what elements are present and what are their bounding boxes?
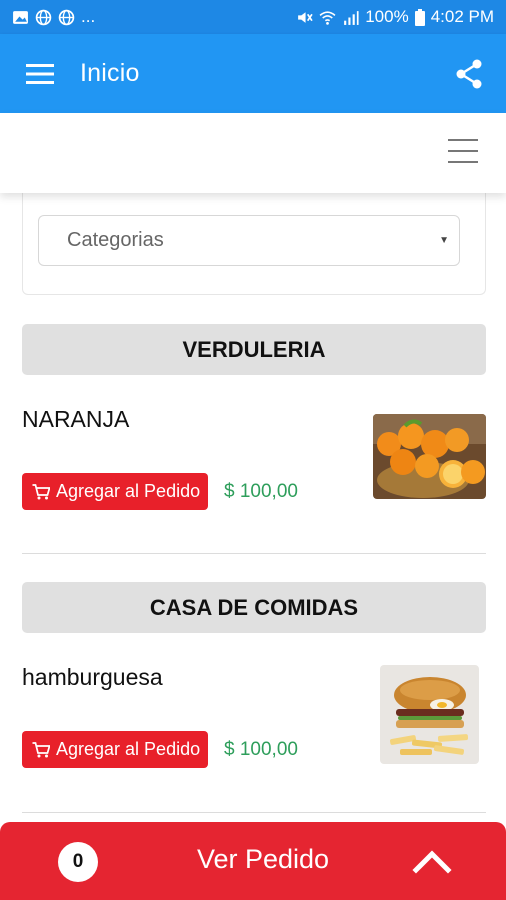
section-header: CASA DE COMIDAS	[22, 582, 486, 633]
menu-line	[448, 139, 478, 141]
divider	[22, 553, 486, 554]
oranges-photo[interactable]	[373, 414, 486, 499]
globe-icon	[35, 9, 52, 25]
status-time: 4:02 PM	[430, 7, 494, 26]
product-name: hamburguesa	[22, 664, 163, 690]
chevron-up-icon[interactable]	[412, 846, 452, 876]
share-icon	[456, 59, 482, 88]
add-to-order-button[interactable]: Agregar al Pedido	[22, 473, 209, 510]
hamburger-menu-icon	[26, 63, 54, 84]
mute-icon	[298, 11, 313, 23]
add-to-order-label: Agregar al Pedido	[56, 739, 201, 759]
globe-icon	[58, 9, 75, 25]
signal-icon	[344, 10, 359, 25]
dropdown-arrow-icon: ▼	[439, 235, 449, 246]
filter-toolbar	[0, 113, 506, 193]
menu-line	[448, 150, 478, 152]
battery-percent: 100%	[365, 7, 409, 26]
add-to-order-button[interactable]: Agregar al Pedido	[22, 731, 209, 768]
product-price: $ 100,00	[224, 481, 298, 502]
category-select[interactable]: Categorias ▼	[38, 215, 460, 266]
category-select-value: Categorias	[67, 229, 164, 251]
divider	[22, 812, 486, 813]
battery-icon	[414, 8, 425, 26]
product-price: $ 100,00	[224, 739, 298, 760]
product-name: NARANJA	[22, 406, 130, 432]
view-order-bar[interactable]: 0 Ver Pedido	[0, 822, 506, 900]
section-header: VERDULERIA	[22, 324, 486, 375]
filter-panel: Categorias ▼	[22, 193, 486, 295]
app-bar: Inicio	[0, 34, 506, 113]
cart-icon	[32, 483, 50, 499]
cart-icon	[32, 741, 50, 757]
filter-menu-button[interactable]	[448, 139, 478, 167]
status-bar: ... 100% 4:02 PM	[0, 0, 506, 34]
menu-line	[448, 161, 478, 163]
image-icon	[13, 10, 28, 24]
page-title: Inicio	[80, 59, 140, 87]
burger-photo[interactable]	[380, 665, 479, 764]
share-button[interactable]	[432, 34, 506, 113]
add-to-order-label: Agregar al Pedido	[56, 481, 201, 501]
hamburger-menu-button[interactable]	[0, 34, 80, 113]
status-overflow-text: ...	[81, 7, 96, 26]
wifi-icon	[319, 10, 336, 25]
